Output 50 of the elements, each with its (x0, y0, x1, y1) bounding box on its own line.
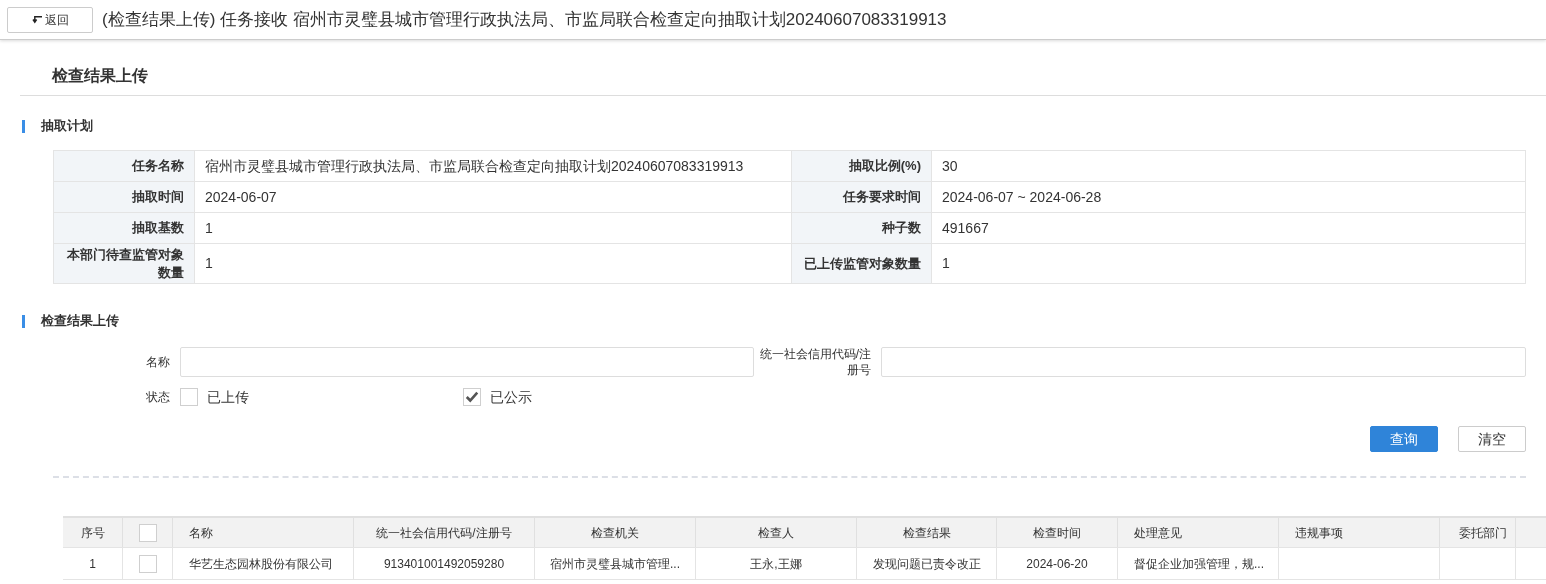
field-label: 状态 (145, 389, 171, 406)
checkmark-icon (465, 390, 479, 404)
field-value: 1 (931, 244, 1525, 283)
table-cell-text: 王永,王娜 (750, 555, 802, 573)
table-cell-text: 2024-06-20 (1026, 555, 1088, 573)
checkbox-label: 已上传 (207, 387, 249, 407)
table-cell-text: 宿州市灵璧县城市管理... (550, 555, 680, 573)
field-label: 统一社会信用代码/注册号 (758, 346, 872, 378)
column-header: 名称 (189, 524, 213, 542)
text-input[interactable] (881, 347, 1526, 377)
column-header: 统一社会信用代码/注册号 (376, 524, 512, 542)
column-header: 处理意见 (1134, 524, 1182, 542)
section-heading: 抽取计划 (41, 117, 93, 136)
page-title: 检查结果上传 (52, 65, 148, 86)
field-label: 名称 (145, 354, 171, 370)
section-heading: 检查结果上传 (41, 312, 119, 331)
checkbox[interactable] (463, 388, 481, 406)
field-label: 任务名称 (54, 151, 194, 181)
checkbox-label: 已公示 (490, 387, 532, 407)
table-cell-text: 913401001492059280 (383, 555, 505, 573)
field-value: 2024-06-07 ~ 2024-06-28 (931, 182, 1525, 212)
column-header: 委托部门 (1459, 524, 1507, 542)
table-cell-text: 督促企业加强管理，规... (1134, 555, 1264, 573)
column-header: 检查结果 (902, 524, 951, 542)
field-value: 30 (931, 151, 1525, 181)
text-input[interactable] (180, 347, 754, 377)
column-header: 检查机关 (591, 524, 639, 542)
field-label: 抽取比例(%) (791, 151, 931, 181)
row-checkbox[interactable] (138, 554, 157, 573)
field-label: 抽取基数 (54, 213, 194, 243)
field-label: 已上传监管对象数量 (791, 244, 931, 283)
table-cell-text: 华艺生态园林股份有限公司 (189, 555, 333, 573)
column-header: 检查人 (758, 524, 794, 542)
field-label: 抽取时间 (54, 182, 194, 212)
query-button[interactable]: 查询 (1370, 426, 1438, 452)
select-all-checkbox[interactable] (138, 523, 157, 542)
back-button[interactable]: 返回 (7, 6, 93, 33)
field-value: 491667 (931, 213, 1525, 243)
checkbox[interactable] (180, 388, 198, 406)
page-header-title: (检查结果上传) 任务接收 宿州市灵璧县城市管理行政执法局、市监局联合检查定向抽取计划20240607083319913 (102, 8, 947, 31)
return-arrow-icon (31, 15, 43, 24)
column-header: 违规事项 (1295, 524, 1343, 542)
field-label: 本部门待查监管对象数量 (54, 244, 194, 283)
clear-button[interactable]: 清空 (1458, 426, 1526, 452)
field-label: 种子数 (791, 213, 931, 243)
field-label: 任务要求时间 (791, 182, 931, 212)
table-cell-text: 发现问题已责令改正 (872, 555, 981, 573)
column-header: 序号 (80, 524, 105, 542)
column-header: 检查时间 (1033, 524, 1081, 542)
table-cell-text: 1 (89, 555, 96, 573)
